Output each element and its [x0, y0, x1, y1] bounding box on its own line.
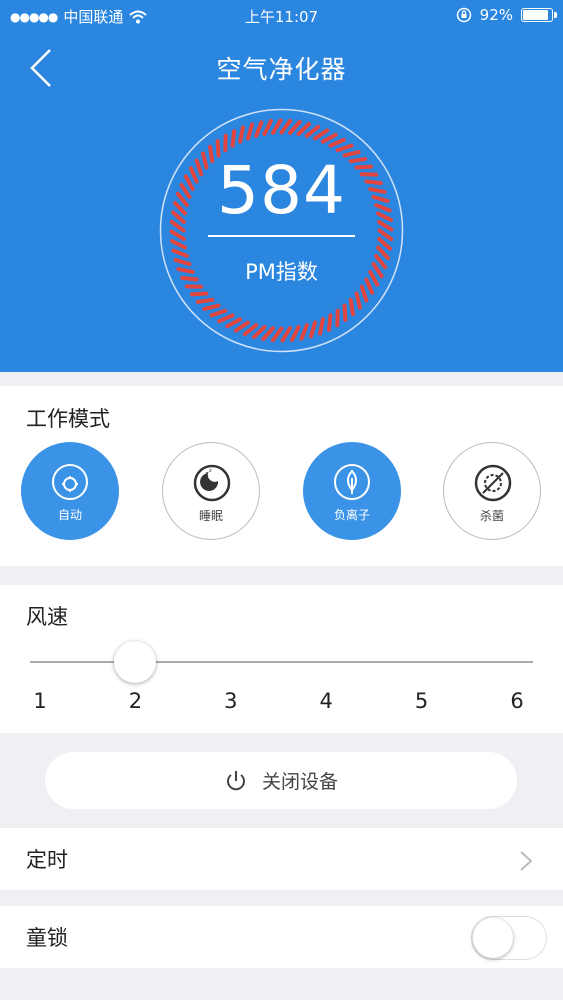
pm-ring-segment [320, 132, 338, 144]
wind-speed-tick: 4 [319, 689, 333, 713]
pm-ring-segment [354, 291, 362, 310]
timer-row[interactable]: 定时 [0, 828, 563, 890]
pm-ring-segment [202, 303, 221, 311]
pm-ring-segment [318, 317, 325, 336]
battery-percent: 92% [479, 6, 513, 24]
pm-ring-segment [262, 119, 273, 136]
pm-gauge [159, 108, 404, 353]
child-lock-toggle[interactable] [471, 916, 547, 960]
pm-ring-segment [225, 317, 243, 329]
pm-ring-segment [254, 120, 264, 138]
pm-ring-segment [342, 303, 348, 323]
pm-ring-segment [270, 326, 284, 343]
wind-speed-card: 风速 1 2 3 4 5 6 [0, 585, 563, 733]
pm-ring-segment [189, 291, 209, 297]
header: ●●●●● 中国联通 上午11:07 92% 空气净化器 584 PM指数 [0, 0, 563, 372]
pm-ring-segment [335, 143, 354, 153]
wind-speed-title: 风速 [26, 605, 68, 629]
battery-icon [521, 8, 557, 22]
pm-ring-segment [209, 308, 228, 318]
child-lock-label: 童锁 [26, 926, 68, 950]
mode-label-anion: 负离子 [333, 508, 370, 522]
work-mode-title: 工作模式 [26, 407, 110, 431]
pm-value: 584 [217, 152, 346, 229]
pm-ring-segment [326, 313, 333, 332]
pm-ring-segment [279, 118, 293, 135]
status-bar: ●●●●● 中国联通 上午11:07 92% [0, 0, 563, 32]
wind-speed-tick: 2 [128, 689, 143, 713]
power-off-label: 关闭设备 [261, 771, 338, 793]
pm-ring-segment [170, 239, 187, 250]
power-off-button[interactable]: 关闭设备 [45, 752, 517, 809]
status-right: 92% [456, 6, 557, 24]
pm-label: PM指数 [245, 260, 318, 284]
child-lock-toggle-knob [473, 918, 513, 958]
pm-ring-segment [288, 120, 302, 135]
battery-fill [523, 10, 548, 20]
child-lock-row: 童锁 [0, 906, 563, 968]
pm-ring-segment [299, 323, 309, 341]
pm-ring-segment [245, 122, 255, 141]
leaf-icon [334, 464, 370, 500]
pm-ring-segment [296, 122, 312, 136]
sleep-moon-icon: z z [193, 464, 231, 502]
wind-speed-tick: 1 [33, 689, 47, 713]
auto-mode-icon [52, 464, 88, 500]
pm-ring-segment [304, 124, 321, 138]
mode-sterilize-button[interactable]: 杀菌 [443, 442, 541, 540]
wind-speed-tick: 5 [414, 689, 429, 713]
gauge-outer-circle [159, 108, 404, 353]
work-mode-card: 工作模式 自动 z z 睡眠 负离子 杀菌 [0, 386, 563, 566]
pm-ring-segment [242, 323, 259, 337]
pm-ring-segment [251, 325, 267, 339]
pm-ring-segment [328, 137, 346, 148]
pm-ring-segment [238, 125, 245, 144]
chevron-right-icon [520, 851, 533, 871]
mode-auto-button[interactable]: 自动 [21, 442, 119, 540]
timer-label: 定时 [26, 848, 68, 872]
pm-ring-segment [230, 129, 237, 148]
pm-ring-segment [195, 297, 215, 304]
pm-ring-segment [261, 326, 275, 341]
pm-ring-segment [377, 228, 394, 242]
pm-ring-segment [348, 297, 355, 317]
wind-speed-slider-thumb[interactable] [114, 641, 157, 683]
pm-ring-segment [377, 237, 392, 251]
sterilize-icon [474, 464, 512, 502]
svg-text:z: z [209, 468, 212, 474]
pm-ring-segment [313, 128, 330, 141]
pm-ring-segment [233, 320, 250, 333]
orientation-lock-icon [456, 7, 471, 23]
mode-label-sterilize: 杀菌 [479, 509, 504, 523]
pm-ring-segment [308, 320, 318, 339]
pm-ring-segment [359, 284, 369, 303]
page-title: 空气净化器 [216, 55, 347, 84]
pm-ring-segment [169, 229, 186, 242]
mode-label-sleep: 睡眠 [198, 509, 223, 523]
mode-label-auto: 自动 [57, 508, 82, 522]
pm-ring-segment [290, 325, 301, 342]
pm-ring-segment [280, 326, 293, 343]
pm-divider [208, 235, 355, 237]
mode-sleep-button[interactable]: z z 睡眠 [162, 442, 260, 540]
mode-anion-button[interactable]: 负离子 [303, 442, 401, 540]
pm-ring-segment [270, 118, 283, 135]
wind-speed-slider-track[interactable] [30, 661, 533, 663]
wind-speed-tick: 6 [510, 689, 524, 713]
pm-ring-segment [217, 313, 235, 324]
power-icon [226, 770, 245, 790]
wind-speed-tick: 3 [224, 689, 238, 713]
